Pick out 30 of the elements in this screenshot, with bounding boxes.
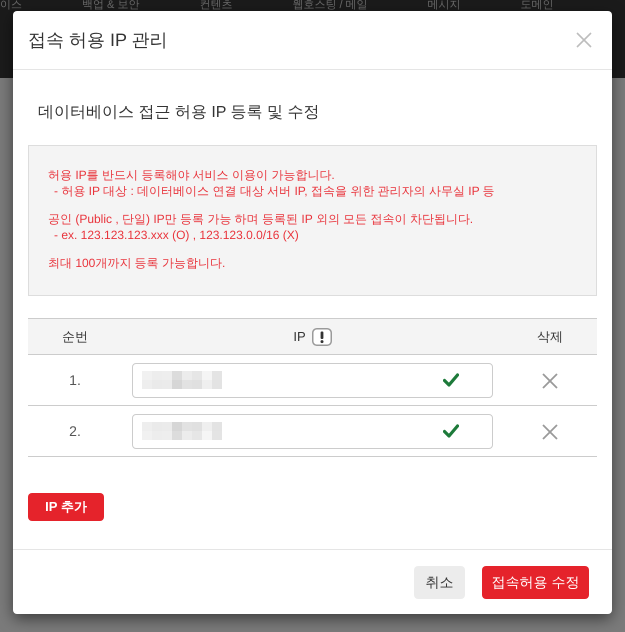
row-number: 2. <box>28 406 122 456</box>
ip-input-field[interactable] <box>132 362 493 398</box>
menu-item[interactable]: 이스 <box>0 0 22 11</box>
notice-text: - 허용 IP 대상 : 데이터베이스 연결 대상 서버 IP, 접속을 위한 관리자의 사무실 IP 등 <box>53 183 496 199</box>
cancel-button[interactable]: 취소 <box>414 566 465 599</box>
notice-text: 최대 100개까지 등록 가능합니다. <box>48 255 226 271</box>
add-ip-button[interactable]: IP 추가 <box>28 493 104 521</box>
menu-item[interactable]: 도메인 <box>520 0 554 11</box>
ip-input-field[interactable] <box>132 414 493 448</box>
section-heading: 데이터베이스 접근 허용 IP 등록 및 수정 <box>37 103 320 123</box>
exclamation-icon[interactable] <box>312 328 332 346</box>
menu-item[interactable]: 웹호스팅 / 메일 <box>292 0 368 11</box>
dialog-title: 접속 허용 IP 관리 <box>28 29 168 52</box>
x-icon <box>542 424 558 440</box>
close-icon <box>576 32 592 48</box>
menu-item[interactable]: 메시지 <box>428 0 461 11</box>
row-number: 1. <box>28 354 122 406</box>
column-header: 삭제 <box>537 328 563 346</box>
menu-item[interactable]: 백업 & 보안 <box>82 0 140 11</box>
close-button[interactable] <box>576 32 592 48</box>
submit-button[interactable]: 접속허용 수정 <box>482 566 589 599</box>
delete-button[interactable] <box>542 424 558 440</box>
x-icon <box>542 372 558 389</box>
notice-text: - ex. 123.123.123.xxx (O) , 123.123.0.0/16 (X) <box>53 227 300 243</box>
delete-button[interactable] <box>542 372 558 389</box>
column-header: 순번 <box>62 328 88 346</box>
menu-item[interactable]: 컨텐츠 <box>199 0 232 11</box>
notice-text: 허용 IP를 반드시 등록해야 서비스 이용이 가능합니다. <box>48 167 336 183</box>
column-header: IP <box>293 328 306 346</box>
notice-text: 공인 (Public , 단일) IP만 등록 가능 하며 등록된 IP 외의 모든 접속이 차단됩니다. <box>48 211 474 227</box>
